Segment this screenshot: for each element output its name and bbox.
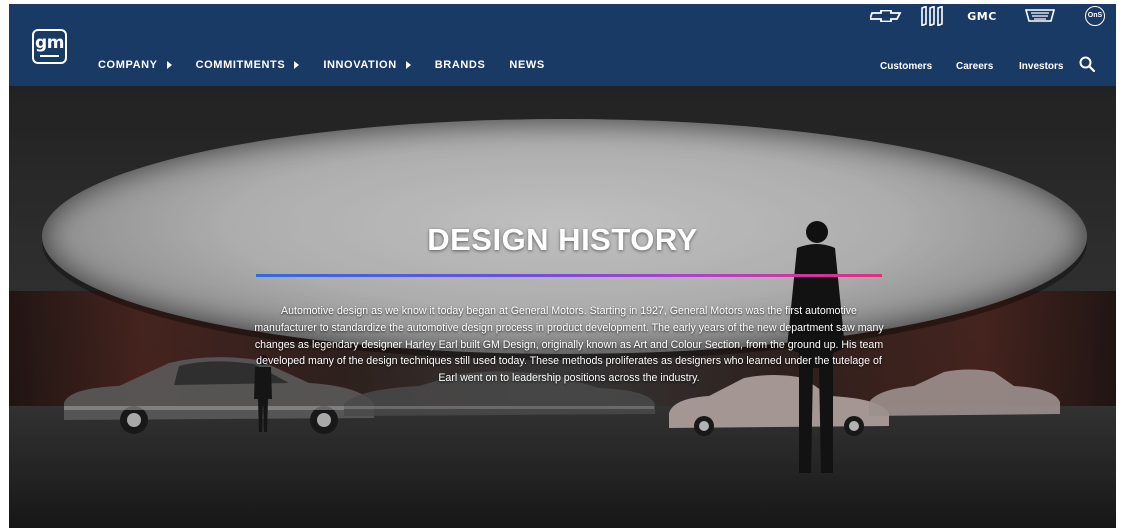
onstar-logo-badge: OnS bbox=[1085, 6, 1105, 26]
chevrolet-logo-icon[interactable] bbox=[869, 4, 903, 28]
search-icon[interactable] bbox=[1079, 56, 1095, 72]
nav-item-commitments[interactable]: COMMITMENTS bbox=[196, 59, 300, 71]
gm-logo-text: gm bbox=[35, 33, 64, 53]
nav-item-label: NEWS bbox=[509, 59, 545, 71]
gmc-logo-text: GMC bbox=[967, 9, 997, 23]
nav-item-innovation[interactable]: INNOVATION bbox=[323, 59, 411, 71]
site-header: gm COMPANY COMMITMENTS INNOVATION BRANDS… bbox=[9, 4, 1116, 86]
nav-item-label: BRANDS bbox=[434, 59, 486, 71]
customers-link[interactable]: Customers bbox=[880, 61, 932, 72]
nav-item-company[interactable]: COMPANY bbox=[98, 59, 172, 71]
title-underline bbox=[256, 274, 882, 277]
gm-logo-icon[interactable]: gm bbox=[32, 29, 67, 64]
main-nav: COMPANY COMMITMENTS INNOVATION BRANDS NE… bbox=[98, 59, 569, 71]
nav-item-label: INNOVATION bbox=[323, 59, 397, 71]
caret-right-icon bbox=[294, 61, 300, 69]
nav-item-label: COMMITMENTS bbox=[195, 59, 286, 71]
page-title: DESIGN HISTORY bbox=[427, 222, 698, 257]
intro-paragraph: Automotive design as we know it today be… bbox=[254, 305, 884, 385]
caret-right-icon bbox=[405, 61, 411, 69]
gmc-logo-icon[interactable]: GMC bbox=[964, 4, 1000, 28]
cadillac-logo-icon[interactable] bbox=[1023, 4, 1057, 28]
page: gm COMPANY COMMITMENTS INNOVATION BRANDS… bbox=[0, 0, 1125, 528]
buick-logo-icon[interactable] bbox=[917, 4, 947, 28]
careers-link[interactable]: Careers bbox=[956, 61, 993, 72]
nav-item-label: COMPANY bbox=[98, 59, 158, 71]
nav-item-brands[interactable]: BRANDS bbox=[435, 59, 486, 71]
onstar-logo-icon[interactable]: OnS bbox=[1084, 4, 1106, 28]
hero-banner: DESIGN HISTORY Automotive design as we k… bbox=[9, 86, 1116, 528]
investors-link[interactable]: Investors bbox=[1019, 61, 1063, 72]
caret-right-icon bbox=[166, 61, 172, 69]
nav-item-news[interactable]: NEWS bbox=[509, 59, 544, 71]
